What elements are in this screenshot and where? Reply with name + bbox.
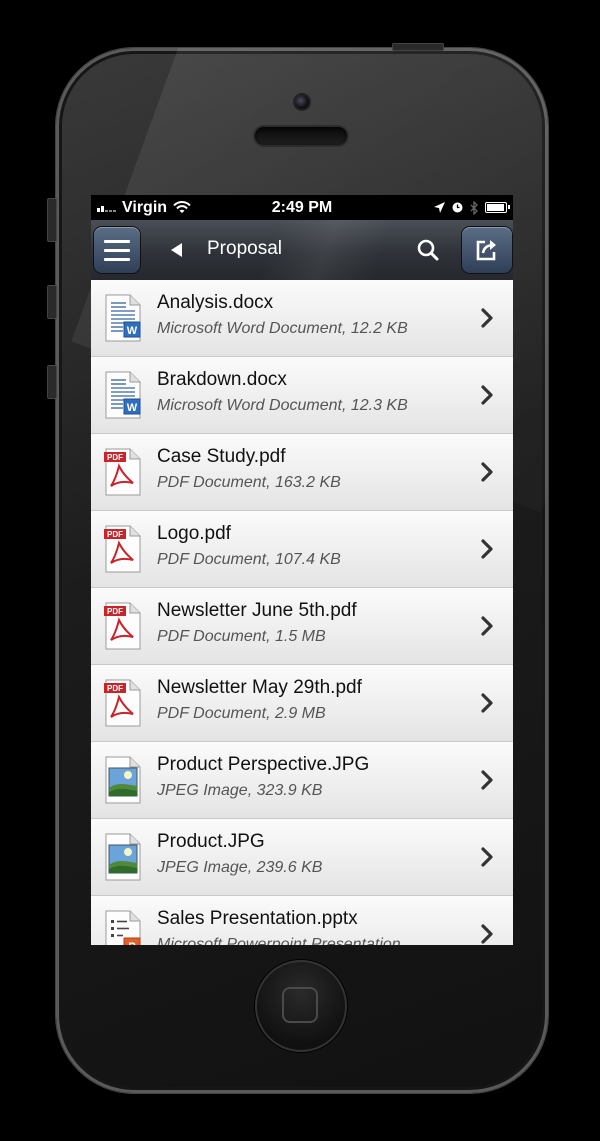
- menu-icon-bar: [104, 248, 130, 252]
- svg-text:PDF: PDF: [107, 453, 123, 462]
- sleep-button: [392, 43, 444, 51]
- file-row[interactable]: PDF Newsletter May 29th.pdf PDF Document, …: [91, 665, 513, 742]
- mute-switch: [47, 198, 57, 242]
- chevron-right-icon: [481, 847, 493, 867]
- file-row[interactable]: Product Perspective.JPG JPEG Image, 323.9…: [91, 742, 513, 819]
- chevron-right-icon: [481, 462, 493, 482]
- status-bar: Virgin 2:49 PM: [91, 195, 513, 220]
- file-description: JPEG Image, 323.9 KB: [157, 782, 323, 799]
- file-description: Microsoft Word Document, 12.3 KB: [157, 397, 408, 414]
- svg-text:P: P: [128, 941, 135, 945]
- chevron-right-icon: [481, 616, 493, 636]
- svg-text:PDF: PDF: [107, 684, 123, 693]
- file-row[interactable]: W Analysis.docx Microsoft Word Document, 1…: [91, 280, 513, 357]
- file-description: PDF Document, 107.4 KB: [157, 551, 341, 568]
- file-description: Microsoft Powerpoint Presentation: [157, 936, 401, 945]
- svg-text:PDF: PDF: [107, 607, 123, 616]
- file-description: PDF Document, 163.2 KB: [157, 474, 341, 491]
- svg-text:PDF: PDF: [107, 530, 123, 539]
- file-row[interactable]: PDF Newsletter June 5th.pdf PDF Document, …: [91, 588, 513, 665]
- file-name: Product Perspective.JPG: [157, 754, 370, 775]
- file-list: W Analysis.docx Microsoft Word Document, 1…: [91, 280, 513, 945]
- jpeg-image-icon: [103, 756, 143, 804]
- pdf-document-icon: PDF: [103, 679, 143, 727]
- screen: Virgin 2:49 PM Proposal W Analysis.docx …: [91, 195, 513, 945]
- svg-text:W: W: [127, 402, 138, 414]
- search-icon[interactable]: [416, 238, 440, 262]
- volume-up-button: [47, 285, 57, 319]
- status-right: [434, 200, 510, 215]
- menu-icon-bar: [104, 257, 130, 261]
- back-arrow-icon[interactable]: [171, 243, 182, 257]
- home-square-icon: [282, 987, 318, 1023]
- file-row[interactable]: PDF Logo.pdf PDF Document, 107.4 KB: [91, 511, 513, 588]
- file-name: Sales Presentation.pptx: [157, 908, 358, 929]
- file-name: Case Study.pdf: [157, 446, 286, 467]
- chevron-right-icon: [481, 924, 493, 944]
- volume-down-button: [47, 365, 57, 399]
- file-row[interactable]: P Sales Presentation.pptx Microsoft Powerp…: [91, 896, 513, 945]
- location-arrow-icon: [434, 202, 445, 213]
- navigation-bar: Proposal: [91, 220, 513, 281]
- pdf-document-icon: PDF: [103, 448, 143, 496]
- bluetooth-icon: [470, 200, 478, 215]
- powerpoint-document-icon: P: [103, 910, 143, 945]
- chevron-right-icon: [481, 693, 493, 713]
- file-description: PDF Document, 2.9 MB: [157, 705, 326, 722]
- file-name: Analysis.docx: [157, 292, 274, 313]
- alarm-clock-icon: [452, 202, 463, 213]
- chevron-right-icon: [481, 770, 493, 790]
- word-document-icon: W: [103, 371, 143, 419]
- share-icon: [476, 240, 496, 261]
- front-camera: [295, 95, 309, 109]
- file-description: Microsoft Word Document, 12.2 KB: [157, 320, 408, 337]
- file-name: Newsletter May 29th.pdf: [157, 677, 362, 698]
- file-description: PDF Document, 1.5 MB: [157, 628, 326, 645]
- svg-text:W: W: [127, 325, 138, 337]
- home-button[interactable]: [255, 960, 347, 1052]
- file-row[interactable]: PDF Case Study.pdf PDF Document, 163.2 KB: [91, 434, 513, 511]
- earpiece-speaker: [255, 127, 347, 145]
- pdf-document-icon: PDF: [103, 525, 143, 573]
- file-row[interactable]: W Brakdown.docx Microsoft Word Document, 1…: [91, 357, 513, 434]
- word-document-icon: W: [103, 294, 143, 342]
- file-name: Newsletter June 5th.pdf: [157, 600, 357, 621]
- file-name: Product.JPG: [157, 831, 265, 852]
- file-row[interactable]: Product.JPG JPEG Image, 239.6 KB: [91, 819, 513, 896]
- share-button[interactable]: [462, 227, 512, 273]
- menu-icon-bar: [104, 239, 130, 243]
- chevron-right-icon: [481, 539, 493, 559]
- chevron-right-icon: [481, 308, 493, 328]
- file-name: Logo.pdf: [157, 523, 231, 544]
- jpeg-image-icon: [103, 833, 143, 881]
- nav-title[interactable]: Proposal: [207, 238, 282, 260]
- file-description: JPEG Image, 239.6 KB: [157, 859, 323, 876]
- file-name: Brakdown.docx: [157, 369, 287, 390]
- battery-icon: [485, 202, 510, 213]
- chevron-right-icon: [481, 385, 493, 405]
- pdf-document-icon: PDF: [103, 602, 143, 650]
- menu-button[interactable]: [94, 227, 140, 273]
